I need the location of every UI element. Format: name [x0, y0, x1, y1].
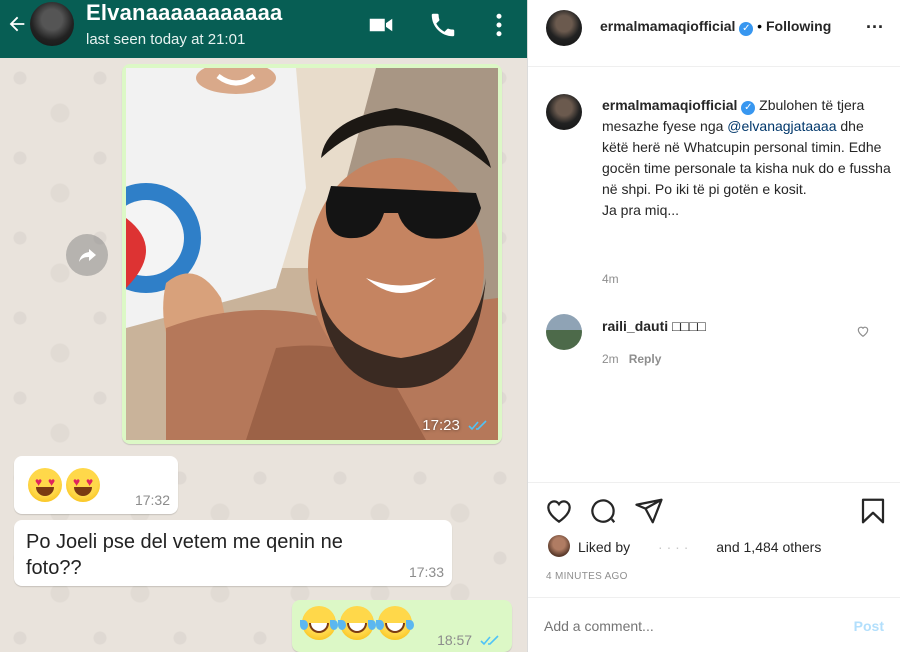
caption-username[interactable]: ermalmamaqiofficial — [602, 97, 737, 113]
heart-eyes-emoji-icon: ♥ ♥ — [28, 468, 62, 502]
message-time: 17:33 — [408, 564, 444, 580]
reply-button[interactable]: Reply — [629, 352, 662, 366]
share-icon[interactable] — [634, 496, 664, 526]
more-vert-icon[interactable] — [484, 10, 514, 40]
message-time: 18:57 — [437, 632, 502, 648]
contact-avatar[interactable] — [30, 2, 74, 46]
read-receipt-icon — [468, 420, 487, 431]
heart-icon[interactable] — [544, 496, 574, 526]
bookmark-icon[interactable] — [858, 496, 888, 526]
comment-icon[interactable] — [588, 496, 618, 526]
emoji-message-outgoing[interactable]: 18:57 — [292, 600, 512, 652]
author-username[interactable]: ermalmamaqiofficial — [600, 18, 735, 34]
caption-age[interactable]: 4m — [602, 272, 619, 286]
comment-body: raili_dauti □□□□ — [602, 318, 706, 334]
phone-icon[interactable] — [428, 10, 458, 40]
liked-by-label: Liked by — [578, 539, 631, 555]
header-separator: • — [757, 18, 763, 34]
emoji-group — [300, 606, 416, 640]
commenter-username[interactable]: raili_dauti — [602, 318, 668, 334]
forward-button[interactable] — [66, 234, 108, 276]
liker-username-blurred[interactable]: · · · · — [658, 539, 688, 555]
whatsapp-chat: Elvanaaaaaaaaaaa last seen today at 21:0… — [0, 0, 527, 652]
shared-photo[interactable]: 17:23 — [126, 68, 498, 440]
post-caption: ermalmamaqiofficial ✓ Zbulohen të tjera … — [602, 95, 892, 221]
back-arrow-icon[interactable] — [6, 13, 28, 35]
input-divider — [528, 597, 900, 598]
photo-content — [126, 68, 498, 440]
read-receipt-icon — [480, 635, 499, 646]
author-avatar[interactable] — [546, 10, 582, 46]
liker-avatar[interactable] — [548, 535, 570, 557]
post-timestamp[interactable]: 4 MINUTES AGO — [546, 571, 628, 582]
comment-meta: 2m Reply — [602, 352, 661, 366]
caption-mention-link[interactable]: @elvanagjataaaa — [727, 118, 836, 134]
contact-name[interactable]: Elvanaaaaaaaaaaa — [86, 0, 282, 26]
image-message[interactable]: 17:23 — [122, 64, 502, 444]
last-seen-status: last seen today at 21:01 — [86, 31, 246, 48]
emoji-message-incoming[interactable]: ♥ ♥ ♥ ♥ 17:32 — [14, 456, 178, 514]
comment-like-heart-icon[interactable] — [856, 324, 870, 338]
caption-closing: Ja pra miq... — [602, 202, 680, 218]
chat-header: Elvanaaaaaaaaaaa last seen today at 21:0… — [0, 0, 527, 58]
add-comment-input[interactable] — [544, 612, 824, 640]
forward-icon — [79, 249, 96, 262]
actions-divider — [528, 482, 900, 483]
commenter-avatar[interactable] — [546, 314, 582, 350]
instagram-post-panel: ermalmamaqiofficial ✓ • Following ... er… — [527, 0, 900, 652]
more-options-icon[interactable]: ... — [866, 12, 884, 33]
verified-badge-icon: ✓ — [739, 22, 754, 36]
post-header: ermalmamaqiofficial ✓ • Following — [600, 18, 831, 36]
caption-avatar[interactable] — [546, 94, 582, 130]
message-text: Po Joeli pse del vetem me qenin ne foto?… — [26, 531, 343, 579]
emoji-group: ♥ ♥ ♥ ♥ — [28, 468, 104, 502]
post-comment-button[interactable]: Post — [854, 618, 884, 634]
message-time: 17:23 — [422, 417, 490, 434]
follow-status-button[interactable]: Following — [766, 18, 831, 34]
comment-age[interactable]: 2m — [602, 352, 619, 366]
tears-of-joy-emoji-icon — [338, 606, 376, 640]
message-time: 17:32 — [134, 492, 170, 508]
verified-badge-icon: ✓ — [741, 101, 756, 115]
comment-text: □□□□ — [672, 318, 706, 334]
header-divider — [528, 66, 900, 67]
video-call-icon[interactable] — [366, 10, 396, 40]
tears-of-joy-emoji-icon — [376, 606, 414, 640]
likes-count-link[interactable]: and 1,484 others — [716, 539, 821, 555]
heart-eyes-emoji-icon: ♥ ♥ — [66, 468, 100, 502]
text-message-incoming[interactable]: Po Joeli pse del vetem me qenin ne foto?… — [14, 520, 452, 586]
tears-of-joy-emoji-icon — [300, 606, 338, 640]
likes-summary: Liked by · · · · and 1,484 others — [578, 539, 821, 555]
